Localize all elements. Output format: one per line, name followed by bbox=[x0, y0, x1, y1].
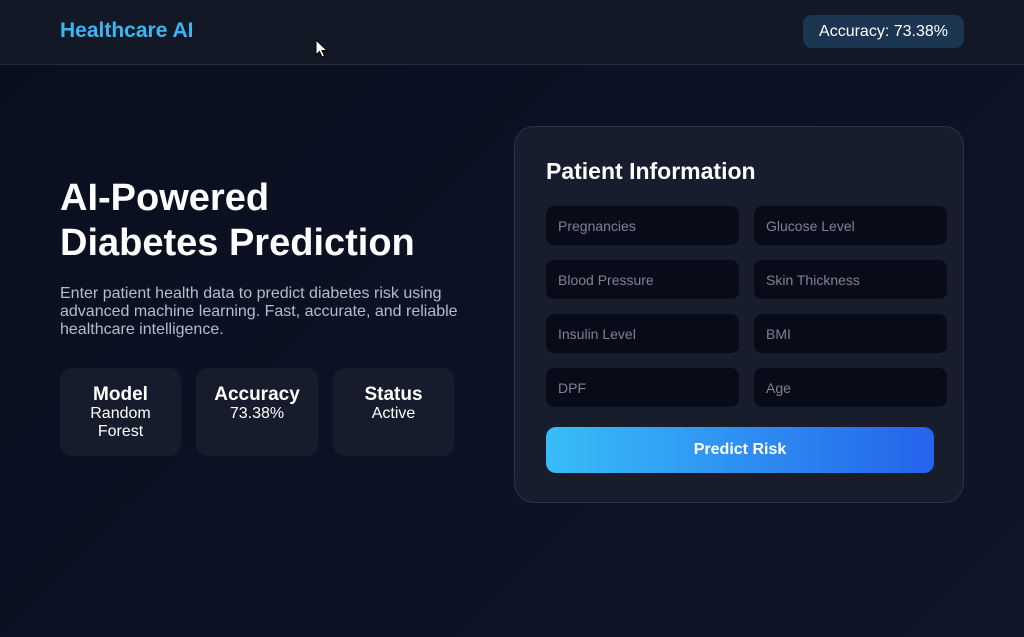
insulin-input[interactable] bbox=[546, 314, 739, 353]
accuracy-badge: Accuracy: 73.38% bbox=[803, 15, 964, 48]
bmi-input[interactable] bbox=[754, 314, 947, 353]
predict-risk-button[interactable]: Predict Risk bbox=[546, 427, 934, 473]
stat-label: Accuracy bbox=[214, 384, 300, 405]
stat-card-accuracy: Accuracy 73.38% bbox=[196, 368, 318, 456]
glucose-input[interactable] bbox=[754, 206, 947, 245]
hero-description: Enter patient health data to predict dia… bbox=[60, 285, 458, 338]
pregnancies-input[interactable] bbox=[546, 206, 739, 245]
stat-card-status: Status Active bbox=[333, 368, 454, 456]
brand-logo[interactable]: Healthcare AI bbox=[60, 19, 193, 43]
form-title: Patient Information bbox=[546, 158, 756, 184]
stat-value: Random Forest bbox=[90, 405, 151, 440]
stat-card-model: Model Random Forest bbox=[60, 368, 181, 456]
stat-value: Active bbox=[371, 405, 416, 422]
dpf-input[interactable] bbox=[546, 368, 739, 407]
navbar: Healthcare AI Accuracy: 73.38% bbox=[0, 0, 1024, 65]
age-input[interactable] bbox=[754, 368, 947, 407]
stat-label: Model bbox=[93, 384, 148, 405]
mouse-pointer-icon bbox=[315, 39, 329, 58]
stat-value: 73.38% bbox=[229, 405, 285, 422]
skin-thickness-input[interactable] bbox=[754, 260, 947, 299]
stat-label: Status bbox=[364, 384, 423, 405]
blood-pressure-input[interactable] bbox=[546, 260, 739, 299]
patient-form-card: Patient Information Predict Risk bbox=[514, 126, 964, 503]
hero-title: AI-Powered Diabetes Prediction bbox=[60, 177, 415, 264]
